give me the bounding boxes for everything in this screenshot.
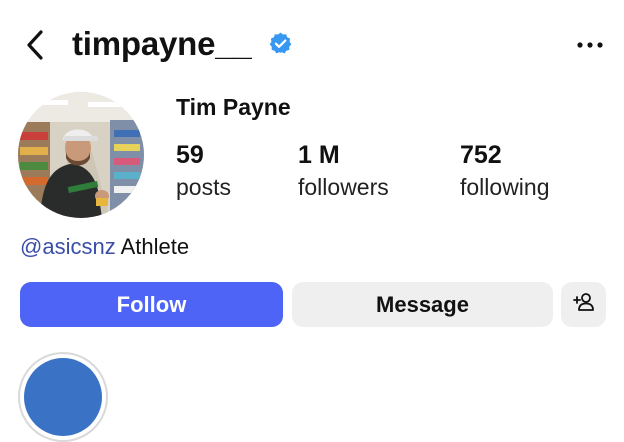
followers-count: 1 M — [298, 141, 340, 169]
posts-count: 59 — [176, 141, 204, 169]
profile-username: timpayne__ — [72, 25, 252, 62]
following-label: following — [460, 174, 550, 200]
suggested-users-button[interactable] — [561, 282, 606, 327]
posts-label: posts — [176, 174, 231, 200]
verified-badge-icon — [268, 31, 293, 56]
following-stat[interactable]: 752 following — [460, 140, 550, 202]
following-count: 752 — [460, 141, 502, 169]
posts-stat: 59 posts — [176, 140, 231, 202]
highlight-cover — [24, 358, 102, 436]
bio-text: Athlete — [115, 234, 190, 259]
back-icon[interactable] — [22, 26, 50, 64]
followers-label: followers — [298, 174, 389, 200]
story-highlight[interactable] — [18, 352, 108, 442]
profile-display-name: Tim Payne — [176, 94, 291, 120]
add-person-icon — [572, 291, 596, 319]
message-button[interactable]: Message — [292, 282, 553, 327]
bio-mention-link[interactable]: @asicsnz — [20, 234, 116, 259]
profile-avatar[interactable] — [18, 92, 144, 218]
more-options-icon[interactable] — [572, 30, 608, 60]
follow-button[interactable]: Follow — [20, 282, 283, 327]
profile-bio: @asicsnz Athlete — [20, 232, 189, 262]
followers-stat[interactable]: 1 M followers — [298, 140, 389, 202]
